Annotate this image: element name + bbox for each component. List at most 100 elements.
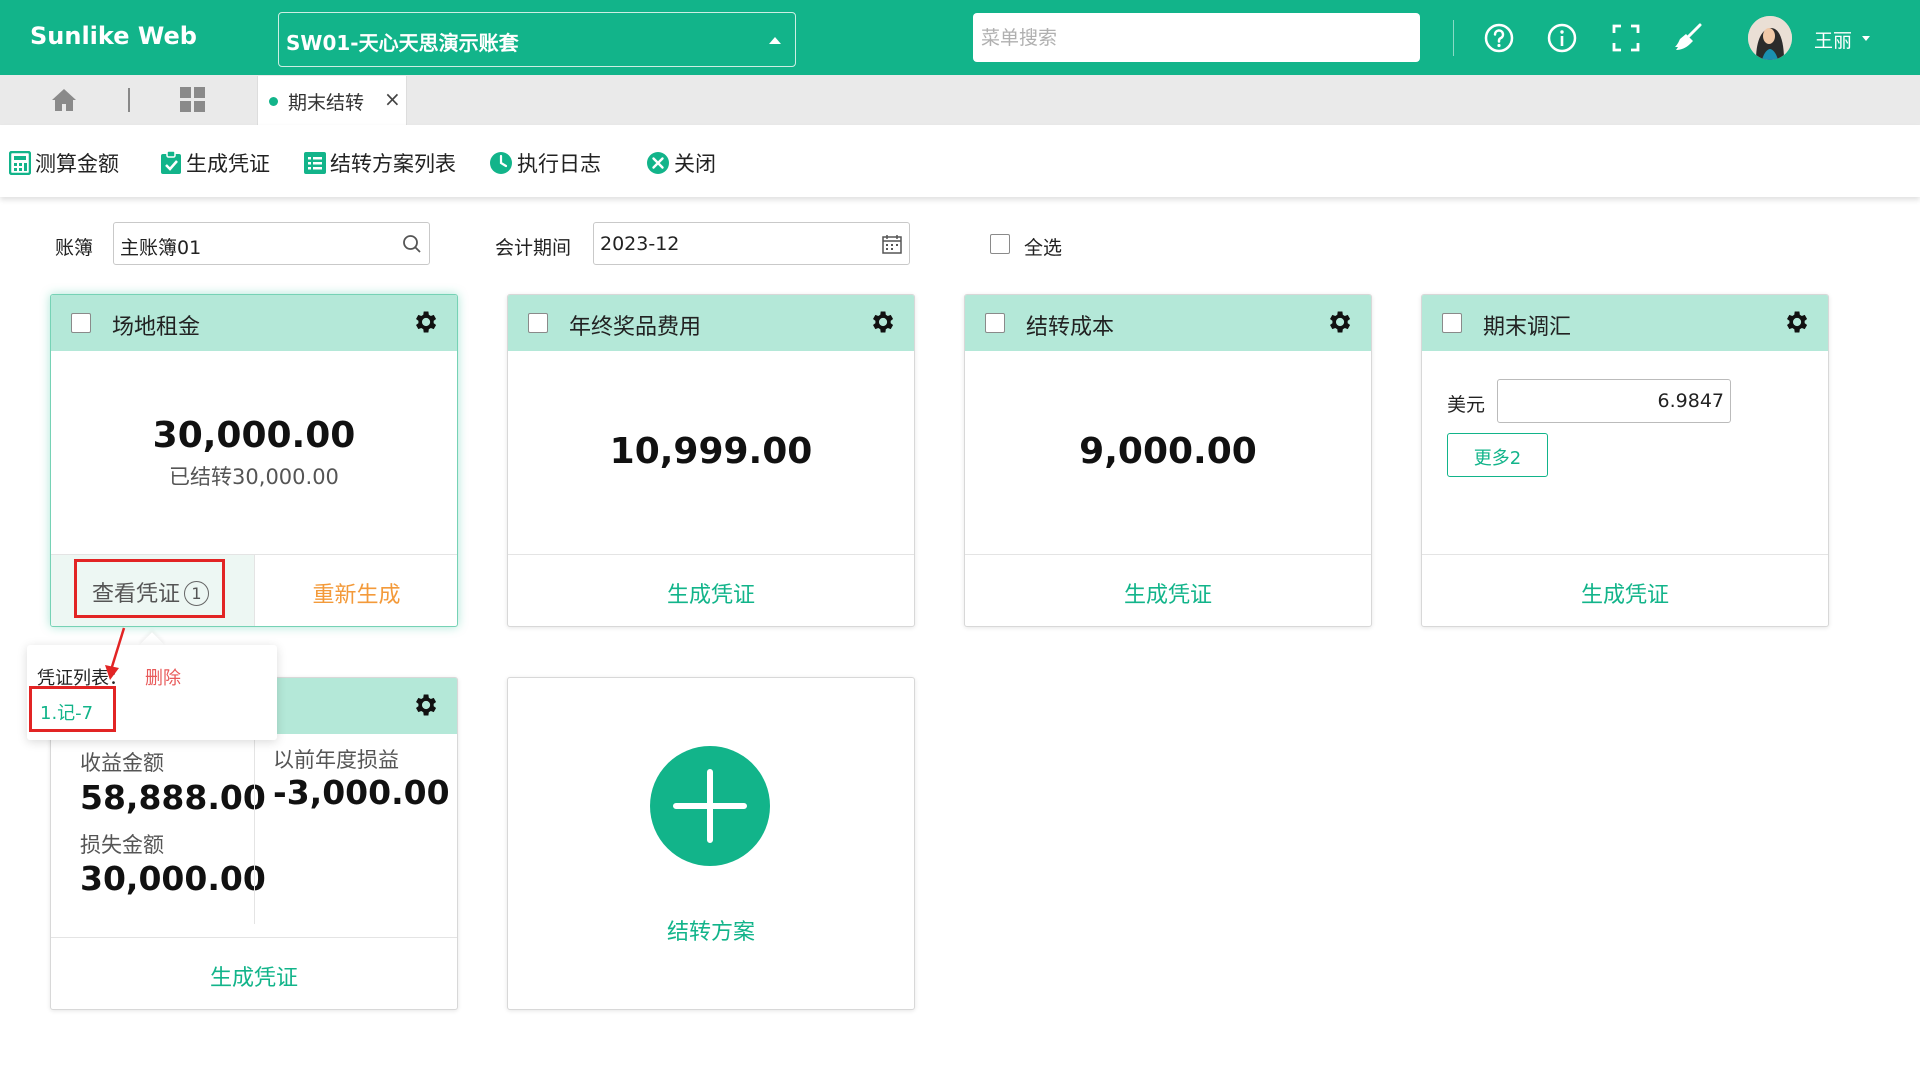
generate-voucher-label: 生成凭证 <box>186 152 270 176</box>
column-separator <box>254 734 255 924</box>
card-header: 年终奖品费用 <box>508 295 914 351</box>
avatar[interactable] <box>1748 16 1792 60</box>
card-amount: 10,999.00 <box>609 431 813 472</box>
card-footer: 生成凭证 <box>51 937 457 1009</box>
close-label: 关闭 <box>674 152 716 176</box>
grid-icon[interactable] <box>180 87 206 113</box>
calendar-icon[interactable] <box>882 234 902 254</box>
generate-voucher-link[interactable]: 生成凭证 <box>508 577 914 609</box>
voucher-list-popover: 凭证列表： 删除 1.记-7 <box>27 645 277 740</box>
card-checkbox[interactable] <box>1442 313 1462 333</box>
list-icon <box>304 152 326 174</box>
add-transfer-plan-card[interactable]: 结转方案 <box>507 677 915 1010</box>
caret-up-icon <box>769 37 781 44</box>
execution-log-label: 执行日志 <box>517 152 601 176</box>
card-amount: 9,000.00 <box>1079 431 1257 472</box>
plus-icon <box>650 746 770 866</box>
exchange-rate-input[interactable]: 6.9847 <box>1497 379 1731 423</box>
card-checkbox[interactable] <box>528 313 548 333</box>
account-set-select[interactable]: SW01-天心天思演示账套 <box>278 12 796 67</box>
execution-log-button[interactable]: 执行日志 <box>489 148 601 178</box>
loss-label: 损失金额 <box>80 833 164 857</box>
gear-icon[interactable] <box>411 308 439 336</box>
ledger-input[interactable]: 主账簿01 <box>113 222 430 265</box>
help-icon[interactable] <box>1483 22 1515 54</box>
avatar-image <box>1748 16 1792 60</box>
period-input[interactable]: 2023-12 <box>593 222 910 265</box>
income-amount: 58,888.00 <box>80 778 266 817</box>
period-label: 会计期间 <box>495 237 572 259</box>
search-icon[interactable] <box>402 234 422 254</box>
fullscreen-icon[interactable] <box>1610 22 1642 54</box>
plan-list-label: 结转方案列表 <box>330 152 456 176</box>
gear-icon[interactable] <box>868 308 896 336</box>
card-footer: 生成凭证 <box>1422 554 1828 626</box>
transfer-card-rent: 场地租金 30,000.00 已结转30,000.00 查看凭证 1 重新生成 <box>50 294 458 627</box>
card-footer: 生成凭证 <box>965 554 1371 626</box>
user-caret-icon[interactable] <box>1862 36 1870 41</box>
generate-voucher-link[interactable]: 生成凭证 <box>1422 577 1828 609</box>
card-footer: 生成凭证 <box>508 554 914 626</box>
close-circle-icon <box>647 152 669 174</box>
user-name[interactable]: 王丽 <box>1814 26 1852 53</box>
account-set-value: SW01-天心天思演示账套 <box>286 31 519 55</box>
income-label: 收益金额 <box>80 751 164 775</box>
transfer-card-year-end-bonus: 年终奖品费用 10,999.00 生成凭证 <box>507 294 915 627</box>
ledger-label: 账簿 <box>55 237 94 259</box>
card-header: 场地租金 <box>51 295 457 351</box>
currency-label: 美元 <box>1447 394 1486 416</box>
tab-separator <box>128 88 130 112</box>
card-header: 结转成本 <box>965 295 1371 351</box>
generate-voucher-link[interactable]: 生成凭证 <box>51 960 457 992</box>
gear-icon[interactable] <box>411 691 439 719</box>
view-voucher-label: 查看凭证 <box>92 582 181 607</box>
ledger-value: 主账簿01 <box>120 237 202 259</box>
delete-voucher-link[interactable]: 删除 <box>145 664 181 690</box>
card-footer: 查看凭证 1 重新生成 <box>51 554 457 626</box>
loss-amount: 30,000.00 <box>80 859 266 898</box>
card-checkbox[interactable] <box>985 313 1005 333</box>
regenerate-button[interactable]: 重新生成 <box>254 577 457 609</box>
card-title: 期末调汇 <box>1483 315 1572 340</box>
generate-voucher-button[interactable]: 生成凭证 <box>160 148 270 178</box>
transfer-card-fx-adjustment: 期末调汇 美元 6.9847 更多2 生成凭证 <box>1421 294 1829 627</box>
gear-icon[interactable] <box>1325 308 1353 336</box>
annotation-arrow <box>105 627 126 680</box>
calculator-icon <box>9 151 31 175</box>
voucher-link[interactable]: 1.记-7 <box>29 686 116 732</box>
period-value: 2023-12 <box>600 233 680 255</box>
card-header: 期末调汇 <box>1422 295 1828 351</box>
clock-icon <box>490 152 512 174</box>
home-icon[interactable] <box>50 87 78 113</box>
info-icon[interactable] <box>1546 22 1578 54</box>
card-title: 年终奖品费用 <box>569 315 702 340</box>
card-title: 结转成本 <box>1026 315 1115 340</box>
plan-list-button[interactable]: 结转方案列表 <box>304 148 456 178</box>
clipboard-icon <box>161 151 181 174</box>
calc-amount-label: 测算金额 <box>35 152 119 176</box>
menu-search-input[interactable] <box>973 13 1420 62</box>
view-voucher-button[interactable]: 查看凭证 1 <box>51 555 254 626</box>
voucher-count-badge: 1 <box>184 581 210 606</box>
app-logo: Sunlike Web <box>30 22 197 50</box>
card-amount: 30,000.00 <box>152 415 356 456</box>
view-voucher-highlight: 查看凭证 1 <box>74 559 225 618</box>
tab-close-icon[interactable]: × <box>384 87 401 111</box>
select-all-checkbox[interactable] <box>990 234 1010 254</box>
card-transferred-amount: 已结转30,000.00 <box>169 465 339 489</box>
card-title: 场地租金 <box>112 315 201 340</box>
card-checkbox[interactable] <box>71 313 91 333</box>
close-button[interactable]: 关闭 <box>646 148 716 178</box>
gear-icon[interactable] <box>1782 308 1810 336</box>
more-currencies-button[interactable]: 更多2 <box>1447 433 1548 477</box>
calc-amount-button[interactable]: 测算金额 <box>9 148 119 178</box>
tab-period-end-transfer[interactable]: 期末结转 × <box>257 76 407 125</box>
transfer-card-cost: 结转成本 9,000.00 生成凭证 <box>964 294 1372 627</box>
broom-icon[interactable] <box>1672 22 1704 54</box>
tab-label: 期末结转 <box>288 92 365 114</box>
add-plan-label: 结转方案 <box>666 920 755 945</box>
generate-voucher-link[interactable]: 生成凭证 <box>965 577 1371 609</box>
tab-active-dot <box>269 97 278 106</box>
prior-year-label: 以前年度损益 <box>273 748 399 772</box>
prior-year-amount: -3,000.00 <box>273 773 450 812</box>
